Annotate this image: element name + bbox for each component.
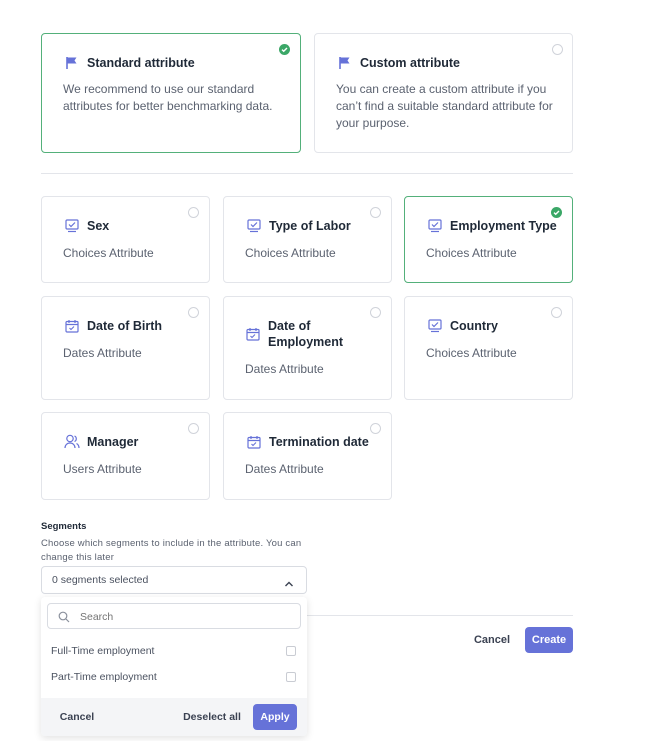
attribute-card-termination-date[interactable]: Termination date Dates Attribute <box>223 412 392 500</box>
segments-help-text: Choose which segments to include in the … <box>41 538 302 563</box>
radio-button[interactable] <box>552 44 563 55</box>
radio-button[interactable] <box>188 307 199 318</box>
card-title: Sex <box>87 219 110 233</box>
segments-dropdown-panel: Full-Time employment Part-Time employmen… <box>41 597 307 736</box>
option-label: Part-Time employment <box>51 671 157 683</box>
section-divider <box>41 173 573 174</box>
list-item[interactable]: Part-Time employment <box>41 665 307 689</box>
card-title: Employment Type <box>450 219 557 233</box>
card-title: Date of Birth <box>87 319 162 333</box>
choices-icon <box>428 319 442 338</box>
dropdown-actions: Cancel Deselect all Apply <box>41 698 307 736</box>
option-label: Full-Time employment <box>51 645 155 657</box>
attribute-card-date-of-birth[interactable]: Date of Birth Dates Attribute <box>41 296 210 400</box>
card-type: Choices Attribute <box>63 246 154 260</box>
create-button[interactable]: Create <box>525 627 573 653</box>
custom-attribute-card[interactable]: Custom attribute You can create a custom… <box>314 33 573 153</box>
card-title: Type of Labor <box>269 219 351 233</box>
card-type: Dates Attribute <box>63 346 142 360</box>
attribute-card-type-of-labor[interactable]: Type of Labor Choices Attribute <box>223 196 392 283</box>
radio-button[interactable] <box>370 423 381 434</box>
calendar-icon <box>247 435 261 454</box>
list-item[interactable]: Full-Time employment <box>41 639 307 663</box>
card-title: Country <box>450 319 498 333</box>
chevron-up-icon <box>284 575 294 593</box>
card-description: We recommend to use our standard attribu… <box>63 82 273 113</box>
checkbox[interactable] <box>286 646 296 656</box>
check-icon[interactable] <box>279 44 290 55</box>
attribute-card-sex[interactable]: Sex Choices Attribute <box>41 196 210 283</box>
search-field[interactable] <box>47 603 301 629</box>
card-type: Choices Attribute <box>245 246 336 260</box>
search-icon <box>58 610 70 628</box>
card-description: You can create a custom attribute if you… <box>336 82 553 130</box>
radio-button[interactable] <box>370 207 381 218</box>
radio-button[interactable] <box>370 307 381 318</box>
segments-selected-text: 0 segments selected <box>52 574 149 586</box>
calendar-icon <box>246 327 260 346</box>
flag-icon <box>65 56 78 75</box>
apply-button[interactable]: Apply <box>253 704 297 730</box>
choices-icon <box>247 219 261 238</box>
card-title: Termination date <box>269 435 369 449</box>
attribute-card-date-of-employment[interactable]: Date of Employment Dates Attribute <box>223 296 392 400</box>
deselect-all-button[interactable]: Deselect all <box>181 705 243 729</box>
check-icon[interactable] <box>551 207 562 218</box>
choices-icon <box>65 219 79 238</box>
attribute-card-employment-type[interactable]: Employment Type Choices Attribute <box>404 196 573 283</box>
card-type: Choices Attribute <box>426 346 517 360</box>
card-title: Date of Employment <box>268 319 344 349</box>
attribute-card-country[interactable]: Country Choices Attribute <box>404 296 573 400</box>
calendar-icon <box>65 319 79 338</box>
radio-button[interactable] <box>188 423 199 434</box>
radio-button[interactable] <box>188 207 199 218</box>
cancel-button[interactable]: Cancel <box>467 628 517 652</box>
users-icon <box>64 434 80 454</box>
attribute-card-manager[interactable]: Manager Users Attribute <box>41 412 210 500</box>
card-title: Custom attribute <box>360 56 460 70</box>
checkbox[interactable] <box>286 672 296 682</box>
card-type: Users Attribute <box>63 462 142 476</box>
card-type: Dates Attribute <box>245 362 324 376</box>
dropdown-cancel-button[interactable]: Cancel <box>51 705 103 729</box>
radio-button[interactable] <box>551 307 562 318</box>
segments-label: Segments <box>41 521 87 532</box>
card-title: Standard attribute <box>87 56 195 70</box>
card-title: Manager <box>87 435 139 449</box>
segments-dropdown[interactable]: 0 segments selected <box>41 566 307 594</box>
search-input[interactable] <box>78 608 292 626</box>
choices-icon <box>428 219 442 238</box>
card-type: Choices Attribute <box>426 246 517 260</box>
standard-attribute-card[interactable]: Standard attribute We recommend to use o… <box>41 33 301 153</box>
card-type: Dates Attribute <box>245 462 324 476</box>
flag-icon <box>338 56 351 75</box>
